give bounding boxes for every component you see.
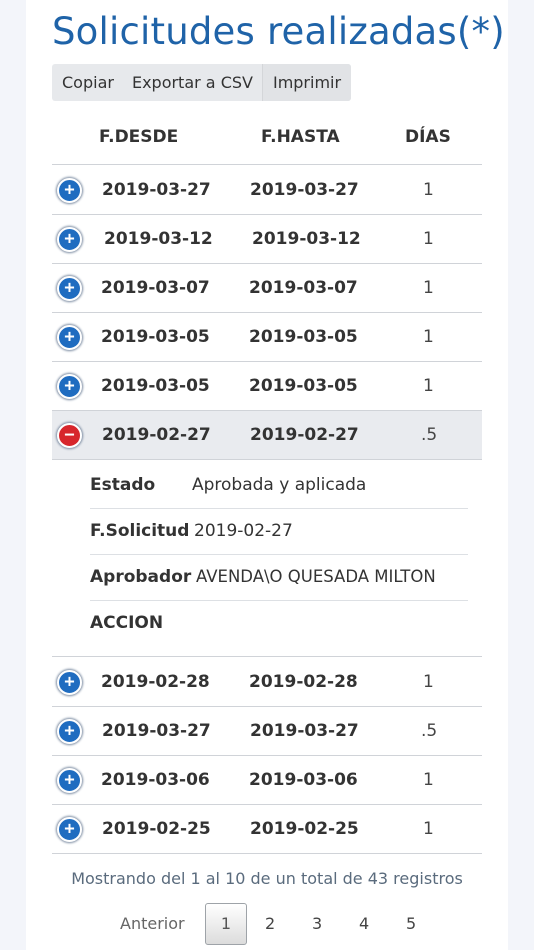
table-row[interactable]: + 2019-03-12 2019-03-12 1	[52, 215, 482, 264]
table-row[interactable]: + 2019-02-25 2019-02-25 1	[52, 805, 482, 854]
plus-circle-icon[interactable]: +	[57, 374, 82, 399]
pagination-page-3[interactable]: 3	[312, 914, 322, 933]
copy-button[interactable]: Copiar	[52, 64, 123, 101]
table-row[interactable]: + 2019-03-27 2019-03-27 1	[52, 166, 482, 215]
cell-dias: 1	[423, 229, 434, 249]
cell-desde: 2019-03-05	[101, 376, 210, 396]
plus-circle-icon[interactable]: +	[57, 178, 82, 203]
table-row[interactable]: + 2019-03-27 2019-03-27 .5	[52, 707, 482, 756]
cell-hasta: 2019-02-28	[249, 672, 358, 692]
cell-desde: 2019-03-27	[102, 180, 211, 200]
plus-circle-icon[interactable]: +	[57, 276, 82, 301]
detail-accion: ACCION	[90, 600, 468, 646]
cell-desde: 2019-03-12	[104, 229, 213, 249]
cell-hasta: 2019-03-07	[249, 278, 358, 298]
detail-label-aprobador: Aprobador	[90, 567, 192, 587]
detail-estado: Estado Aprobada y aplicada	[90, 462, 468, 509]
plus-circle-icon[interactable]: +	[57, 817, 82, 842]
column-header-desde[interactable]: F.DESDE	[99, 127, 178, 147]
pagination-previous[interactable]: Anterior	[120, 914, 185, 933]
cell-dias: .5	[421, 721, 438, 741]
cell-hasta: 2019-03-05	[249, 376, 358, 396]
minus-circle-icon[interactable]: −	[57, 423, 82, 448]
detail-aprobador: Aprobador AVENDA\O QUESADA MILTON	[90, 554, 468, 601]
cell-desde: 2019-03-05	[101, 327, 210, 347]
plus-circle-icon[interactable]: +	[57, 670, 82, 695]
pagination-page-4[interactable]: 4	[359, 914, 369, 933]
cell-hasta: 2019-03-05	[249, 327, 358, 347]
print-button[interactable]: Imprimir	[261, 64, 352, 101]
plus-circle-icon[interactable]: +	[57, 768, 82, 793]
cell-dias: 1	[423, 278, 434, 298]
detail-label-estado: Estado	[90, 475, 156, 495]
table-header: F.DESDE F.HASTA DÍAS	[52, 112, 482, 165]
pagination-page-5[interactable]: 5	[406, 914, 416, 933]
table-row[interactable]: + 2019-02-28 2019-02-28 1	[52, 658, 482, 707]
table-row[interactable]: + 2019-03-05 2019-03-05 1	[52, 313, 482, 362]
table-row-expanded[interactable]: − 2019-02-27 2019-02-27 .5	[52, 411, 482, 460]
cell-hasta: 2019-03-27	[250, 180, 359, 200]
cell-hasta: 2019-02-27	[250, 425, 359, 445]
cell-dias: 1	[423, 770, 434, 790]
table-row[interactable]: + 2019-03-05 2019-03-05 1	[52, 362, 482, 411]
cell-hasta: 2019-02-25	[250, 819, 359, 839]
cell-dias: 1	[423, 672, 434, 692]
cell-hasta: 2019-03-12	[252, 229, 361, 249]
cell-hasta: 2019-03-27	[250, 721, 359, 741]
cell-dias: 1	[423, 180, 434, 200]
export-csv-button[interactable]: Exportar a CSV	[123, 64, 262, 101]
plus-circle-icon[interactable]: +	[57, 325, 82, 350]
row-details: Estado Aprobada y aplicada F.Solicitud 2…	[52, 460, 482, 657]
cell-desde: 2019-03-06	[101, 770, 210, 790]
page-title: Solicitudes realizadas(*)	[52, 10, 505, 53]
cell-dias: 1	[423, 819, 434, 839]
cell-desde: 2019-02-27	[102, 425, 211, 445]
detail-fecha-solicitud: F.Solicitud 2019-02-27	[90, 508, 468, 555]
cell-dias: 1	[423, 376, 434, 396]
cell-desde: 2019-03-27	[102, 721, 211, 741]
pagination-page-2[interactable]: 2	[265, 914, 275, 933]
cell-desde: 2019-03-07	[101, 278, 210, 298]
detail-label-accion: ACCION	[90, 613, 164, 633]
table-row[interactable]: + 2019-03-07 2019-03-07 1	[52, 264, 482, 313]
detail-label-fecha-solicitud: F.Solicitud	[90, 521, 190, 541]
table-row[interactable]: + 2019-03-06 2019-03-06 1	[52, 756, 482, 805]
plus-circle-icon[interactable]: +	[57, 227, 82, 252]
cell-desde: 2019-02-28	[101, 672, 210, 692]
table-info: Mostrando del 1 al 10 de un total de 43 …	[71, 869, 463, 888]
plus-circle-icon[interactable]: +	[57, 719, 82, 744]
cell-dias: 1	[423, 327, 434, 347]
cell-dias: .5	[421, 425, 438, 445]
cell-hasta: 2019-03-06	[249, 770, 358, 790]
pagination: Anterior 2 3 4 5	[0, 902, 534, 948]
detail-value-fecha-solicitud: 2019-02-27	[194, 521, 293, 541]
column-header-hasta[interactable]: F.HASTA	[261, 127, 340, 147]
column-header-dias[interactable]: DÍAS	[405, 127, 451, 147]
export-button-group: Copiar Exportar a CSV Imprimir	[52, 64, 352, 101]
detail-value-estado: Aprobada y aplicada	[192, 475, 367, 495]
pagination-page-1-current[interactable]: 1	[205, 903, 247, 945]
cell-desde: 2019-02-25	[102, 819, 211, 839]
detail-value-aprobador: AVENDA\O QUESADA MILTON	[196, 567, 436, 586]
